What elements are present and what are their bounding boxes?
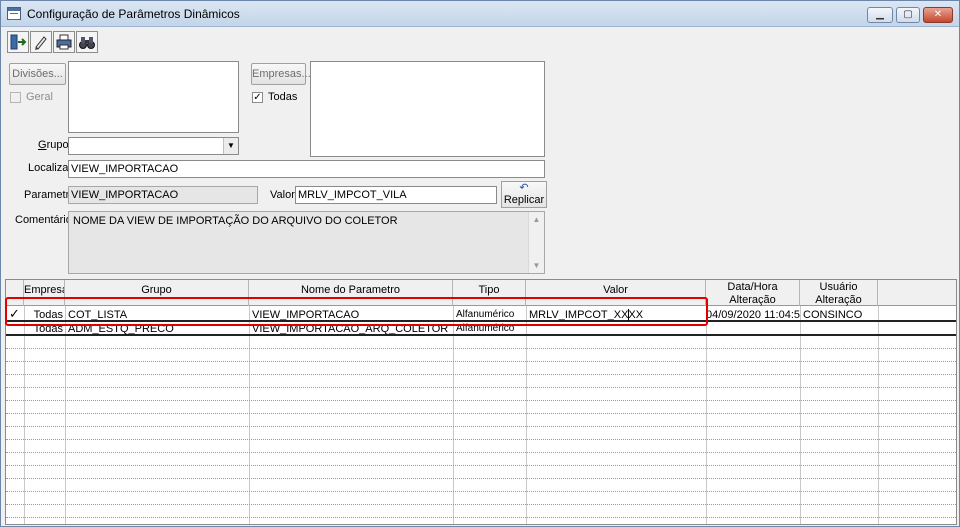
grid-header-usuario-line2: Alteração [815, 294, 862, 306]
geral-label: Geral [26, 91, 53, 103]
grid-row-line [6, 361, 956, 362]
exit-icon[interactable] [7, 31, 29, 53]
divisoes-listbox[interactable] [68, 61, 239, 133]
grid-header-data-line2: Alteração [729, 294, 776, 306]
parametro-field: VIEW_IMPORTACAO [68, 186, 258, 204]
empresas-listbox[interactable] [310, 61, 545, 157]
grid-vline [65, 306, 66, 524]
grid-row-line [6, 504, 956, 505]
grid-row-line [6, 374, 956, 375]
todas-label: Todas [268, 91, 298, 103]
geral-checkbox[interactable] [10, 92, 21, 103]
window-app-icon [7, 7, 21, 20]
grid-row-line [6, 439, 956, 440]
grid-row-line [6, 465, 956, 466]
comentarios-text: NOME DA VIEW DE IMPORTAÇÃO DO ARQUIVO DO… [73, 215, 398, 227]
scroll-down-icon[interactable]: ▼ [529, 258, 544, 273]
grid-row-line [6, 387, 956, 388]
grid-cell-data[interactable]: 04/09/2020 11:04:50 [706, 308, 800, 322]
divisoes-button[interactable]: Divisões... [9, 63, 66, 85]
grid-row-line [6, 413, 956, 414]
grid-vline [249, 306, 250, 524]
grid-vline [453, 306, 454, 524]
printer-icon[interactable] [53, 31, 75, 53]
localizar-label: Localizar [28, 162, 73, 174]
close-button[interactable]: ✕ [923, 7, 953, 23]
grid-row-line [6, 491, 956, 492]
grid-row-line [6, 426, 956, 427]
binoculars-icon[interactable] [76, 31, 98, 53]
title-bar[interactable]: Configuração de Parâmetros Dinâmicos ▁ ▢… [1, 1, 959, 27]
grid-row-line [6, 452, 956, 453]
grid-row-line [6, 517, 956, 518]
minimize-button[interactable]: ▁ [867, 7, 893, 23]
grid-vline [526, 306, 527, 524]
grid-row-line [6, 400, 956, 401]
grid-header-usuario[interactable]: Usuário Alteração [800, 280, 878, 306]
pencil-icon[interactable] [30, 31, 52, 53]
chevron-down-icon[interactable]: ▼ [223, 138, 238, 154]
grid-vline [24, 306, 25, 524]
comentarios-scrollbar[interactable]: ▲ ▼ [528, 212, 544, 273]
comentarios-textarea[interactable]: NOME DA VIEW DE IMPORTAÇÃO DO ARQUIVO DO… [68, 211, 545, 274]
replicar-label: Replicar [503, 194, 545, 206]
grupo-label: Grupo [38, 139, 69, 151]
grid-vline [706, 306, 707, 524]
replicar-button[interactable]: ↶ Replicar [501, 181, 547, 208]
localizar-input[interactable]: VIEW_IMPORTACAO [68, 160, 545, 178]
main-window: Configuração de Parâmetros Dinâmicos ▁ ▢… [0, 0, 960, 527]
grid-row-line [6, 478, 956, 479]
grid-header-usuario-line1: Usuário [819, 281, 858, 293]
valor-label: Valor [270, 189, 295, 201]
maximize-button[interactable]: ▢ [896, 7, 920, 23]
grid-header-data-line1: Data/Hora [727, 281, 778, 293]
window-title: Configuração de Parâmetros Dinâmicos [27, 7, 240, 21]
grid-vline [878, 306, 879, 524]
undo-arrow-icon: ↶ [519, 182, 529, 194]
grupo-combobox[interactable]: ▼ [68, 137, 239, 155]
valor-input[interactable]: MRLV_IMPCOT_VILA [295, 186, 497, 204]
grid-vline [800, 306, 801, 524]
grid-cell-usuario[interactable]: CONSINCO [803, 308, 877, 322]
grid-header-data[interactable]: Data/Hora Alteração [706, 280, 800, 306]
annotation-highlight-box [5, 297, 708, 326]
empresas-button[interactable]: Empresas... [251, 63, 311, 85]
grid-row-line [6, 348, 956, 349]
todas-checkbox[interactable]: ✓ [252, 92, 263, 103]
scroll-up-icon[interactable]: ▲ [529, 212, 544, 227]
